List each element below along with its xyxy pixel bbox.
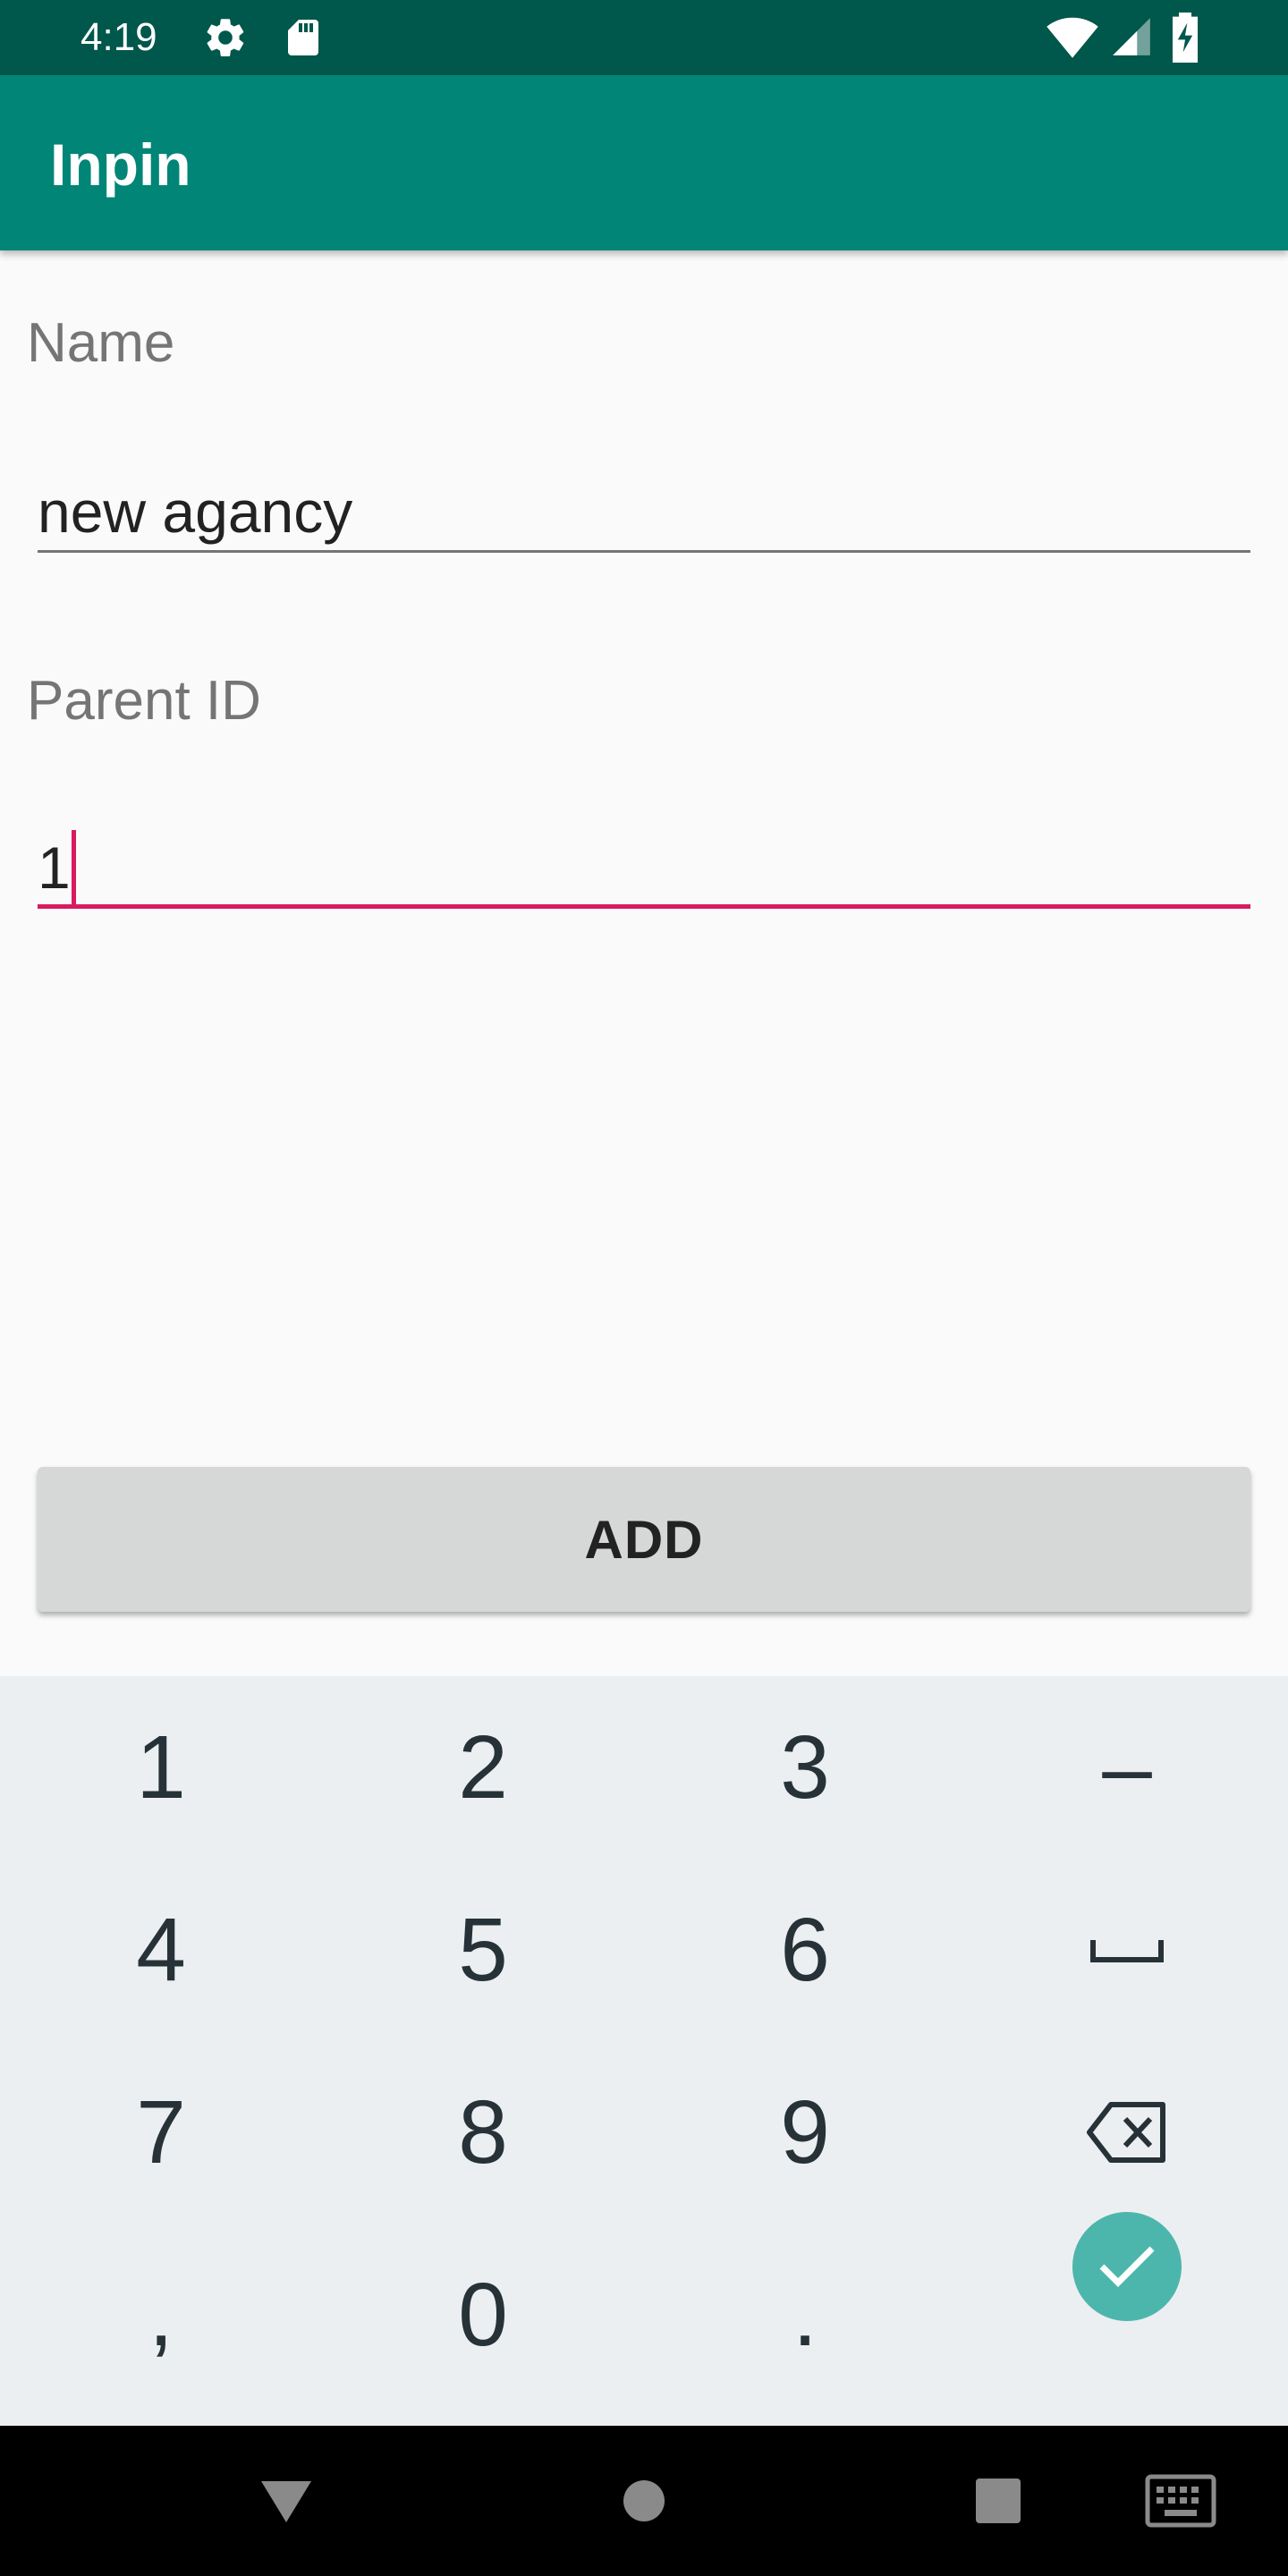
key-0[interactable]: 0 xyxy=(322,2224,644,2406)
numeric-keyboard: 1 2 3 – 4 5 6 7 8 9 , 0 . xyxy=(0,1676,1288,2426)
navigation-bar xyxy=(0,2426,1288,2576)
key-1[interactable]: 1 xyxy=(0,1676,322,1859)
done-button[interactable] xyxy=(1072,2212,1182,2321)
key-4[interactable]: 4 xyxy=(0,1859,322,2041)
key-done[interactable] xyxy=(966,2175,1288,2358)
status-bar: 4:19 xyxy=(0,0,1288,75)
parent-id-field[interactable]: 1 xyxy=(38,823,1250,909)
battery-charging-icon xyxy=(1173,13,1198,63)
name-field[interactable]: new agancy xyxy=(38,467,1250,553)
key-7[interactable]: 7 xyxy=(0,2041,322,2224)
done-icon xyxy=(1099,2246,1155,2287)
key-space[interactable] xyxy=(966,1859,1288,2041)
status-time: 4:19 xyxy=(80,15,157,59)
app-title: Inpin xyxy=(50,131,191,198)
text-cursor xyxy=(72,830,76,905)
keyboard-switch-button[interactable] xyxy=(1136,2469,1225,2533)
wifi-icon xyxy=(1046,17,1098,58)
parent-id-label: Parent ID xyxy=(27,670,261,732)
backspace-icon xyxy=(1087,2102,1165,2163)
recents-button[interactable] xyxy=(966,2472,1030,2529)
add-button[interactable]: ADD xyxy=(38,1467,1250,1612)
gear-icon xyxy=(207,19,244,56)
key-3[interactable]: 3 xyxy=(644,1676,966,1859)
key-period[interactable]: . xyxy=(644,2224,966,2406)
name-label: Name xyxy=(27,312,175,374)
name-field-value: new agancy xyxy=(38,479,353,545)
back-button[interactable] xyxy=(250,2470,322,2531)
key-2[interactable]: 2 xyxy=(322,1676,644,1859)
key-comma[interactable]: , xyxy=(0,2224,322,2406)
key-5[interactable]: 5 xyxy=(322,1859,644,2041)
key-dash[interactable]: – xyxy=(966,1676,1288,1859)
sd-card-icon xyxy=(288,20,318,55)
app-bar: Inpin xyxy=(0,75,1288,250)
key-8[interactable]: 8 xyxy=(322,2041,644,2224)
space-icon xyxy=(1090,1940,1164,1962)
home-icon xyxy=(623,2480,665,2521)
signal-icon xyxy=(1113,18,1150,55)
back-icon xyxy=(261,2481,311,2522)
parent-id-field-value: 1 xyxy=(38,835,71,901)
keyboard-switch-icon xyxy=(1145,2474,1216,2528)
key-9[interactable]: 9 xyxy=(644,2041,966,2224)
recents-icon xyxy=(976,2479,1021,2523)
key-6[interactable]: 6 xyxy=(644,1859,966,2041)
home-button[interactable] xyxy=(612,2472,676,2529)
